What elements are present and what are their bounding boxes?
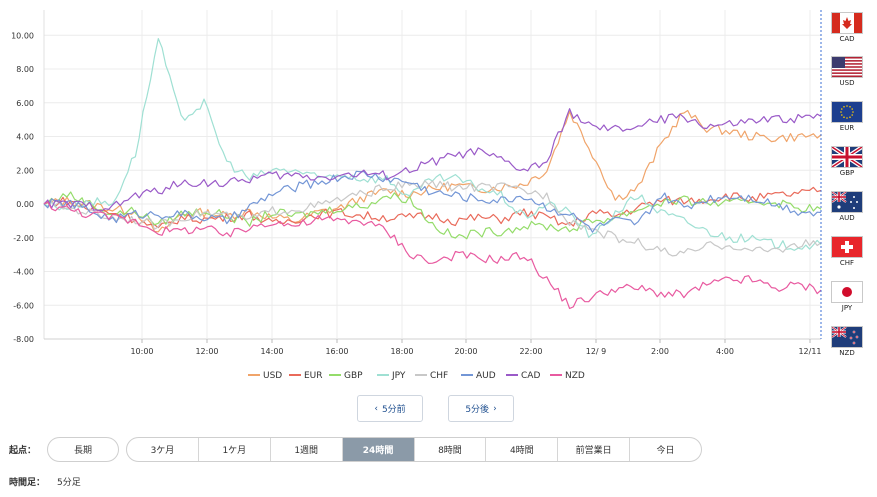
prev-5min-button[interactable]: ‹ 5分前: [357, 395, 423, 422]
y-tick-label: -4.00: [13, 268, 34, 277]
y-tick-label: -2.00: [13, 234, 34, 243]
option-5[interactable]: 4時間: [485, 438, 557, 461]
next-5min-button[interactable]: 5分後 ›: [448, 395, 514, 422]
legend-label-jpy: JPY: [391, 371, 406, 381]
flag-label-aud: AUD: [839, 214, 855, 222]
flag-usd-icon[interactable]: [831, 56, 863, 78]
flag-graphic: [832, 13, 862, 33]
flag-label-cad: CAD: [839, 35, 855, 43]
plot-background: [44, 10, 821, 339]
start-point-options: 3ケ月 1ケ月 1週間 24時間 8時間 4時間 前営業日 今日: [126, 437, 702, 462]
x-tick-label: 10:00: [130, 347, 153, 356]
next-5min-label: 5分後: [465, 405, 490, 415]
flag-label-usd: USD: [839, 79, 855, 87]
option-long-term[interactable]: 長期: [47, 437, 119, 462]
y-tick-label: 2.00: [16, 166, 34, 175]
x-tick-label: 14:00: [260, 347, 283, 356]
x-tick-label: 12/ 9: [586, 347, 607, 356]
option-3[interactable]: 24時間: [341, 438, 414, 461]
y-tick-label: 6.00: [16, 99, 34, 108]
option-0[interactable]: 3ケ月: [127, 438, 198, 461]
flag-jpy-icon[interactable]: [831, 281, 863, 303]
timeframe-value: 5分足: [57, 478, 81, 488]
flag-graphic: [832, 192, 862, 212]
legend-label-chf: CHF: [430, 371, 448, 381]
y-tick-label: -6.00: [13, 301, 34, 310]
option-6[interactable]: 前営業日: [557, 438, 629, 461]
flag-chf-icon[interactable]: [831, 236, 863, 258]
flag-graphic: [832, 147, 862, 167]
flag-graphic: [832, 57, 862, 77]
x-tick-label: 2:00: [651, 347, 669, 356]
legend-label-gbp: GBP: [344, 371, 363, 381]
option-1[interactable]: 1ケ月: [197, 438, 270, 461]
y-tick-label: 10.00: [11, 31, 34, 40]
flag-graphic: [832, 102, 862, 122]
timeframe-label: 時間足：: [9, 478, 46, 488]
prev-5min-label: 5分前: [381, 405, 406, 415]
chevron-left-icon: ‹: [374, 403, 378, 414]
flag-label-jpy: JPY: [841, 304, 853, 312]
y-tick-label: 4.00: [16, 133, 34, 142]
y-axis: 10.00 8.00 6.00 4.00 2.00 0.00 -2.00 -4.00 -6.00…: [11, 31, 34, 344]
x-tick-label: 12/11: [798, 347, 821, 356]
x-tick-label: 12:00: [195, 347, 218, 356]
flag-graphic: [832, 282, 862, 302]
legend-label-nzd: NZD: [565, 371, 585, 381]
flag-aud-icon[interactable]: [831, 191, 863, 213]
option-4[interactable]: 8時間: [413, 438, 486, 461]
flag-graphic: [832, 327, 862, 347]
legend-label-cad: CAD: [521, 371, 540, 381]
exchange-rate-chart: 10.00 8.00 6.00 4.00 2.00 0.00 -2.00 -4.00 -6.00…: [11, 10, 822, 381]
legend-label-eur: EUR: [304, 371, 323, 381]
option-7[interactable]: 今日: [629, 438, 701, 461]
chevron-right-icon: ›: [493, 403, 497, 414]
x-tick-label: 16:00: [325, 347, 348, 356]
x-tick-label: 18:00: [390, 347, 413, 356]
flag-graphic: [832, 237, 862, 257]
flag-label-eur: EUR: [839, 124, 855, 132]
flag-label-nzd: NZD: [839, 349, 855, 357]
legend-label-aud: AUD: [476, 371, 496, 381]
flag-label-gbp: GBP: [839, 169, 855, 177]
legend-label-usd: USD: [263, 371, 282, 381]
x-tick-label: 4:00: [716, 347, 734, 356]
flag-nzd-icon[interactable]: [831, 326, 863, 348]
y-tick-label: 0.00: [16, 200, 34, 209]
legend: USD EUR GBP JPY CHF AUD CAD NZD: [248, 371, 585, 381]
x-tick-label: 20:00: [454, 347, 477, 356]
start-point-label: 起点：: [9, 446, 37, 456]
x-tick-label: 22:00: [519, 347, 542, 356]
x-axis: 10:00 12:00 14:00 16:00 18:00 20:00 22:00 12/ 9…: [130, 339, 822, 356]
flag-eur-icon[interactable]: [831, 101, 863, 123]
flag-label-chf: CHF: [839, 259, 855, 267]
y-tick-label: 8.00: [16, 65, 34, 74]
option-2[interactable]: 1週間: [269, 438, 342, 461]
flag-gbp-icon[interactable]: [831, 146, 863, 168]
y-tick-label: -8.00: [13, 335, 34, 344]
flag-cad-icon[interactable]: [831, 12, 863, 34]
